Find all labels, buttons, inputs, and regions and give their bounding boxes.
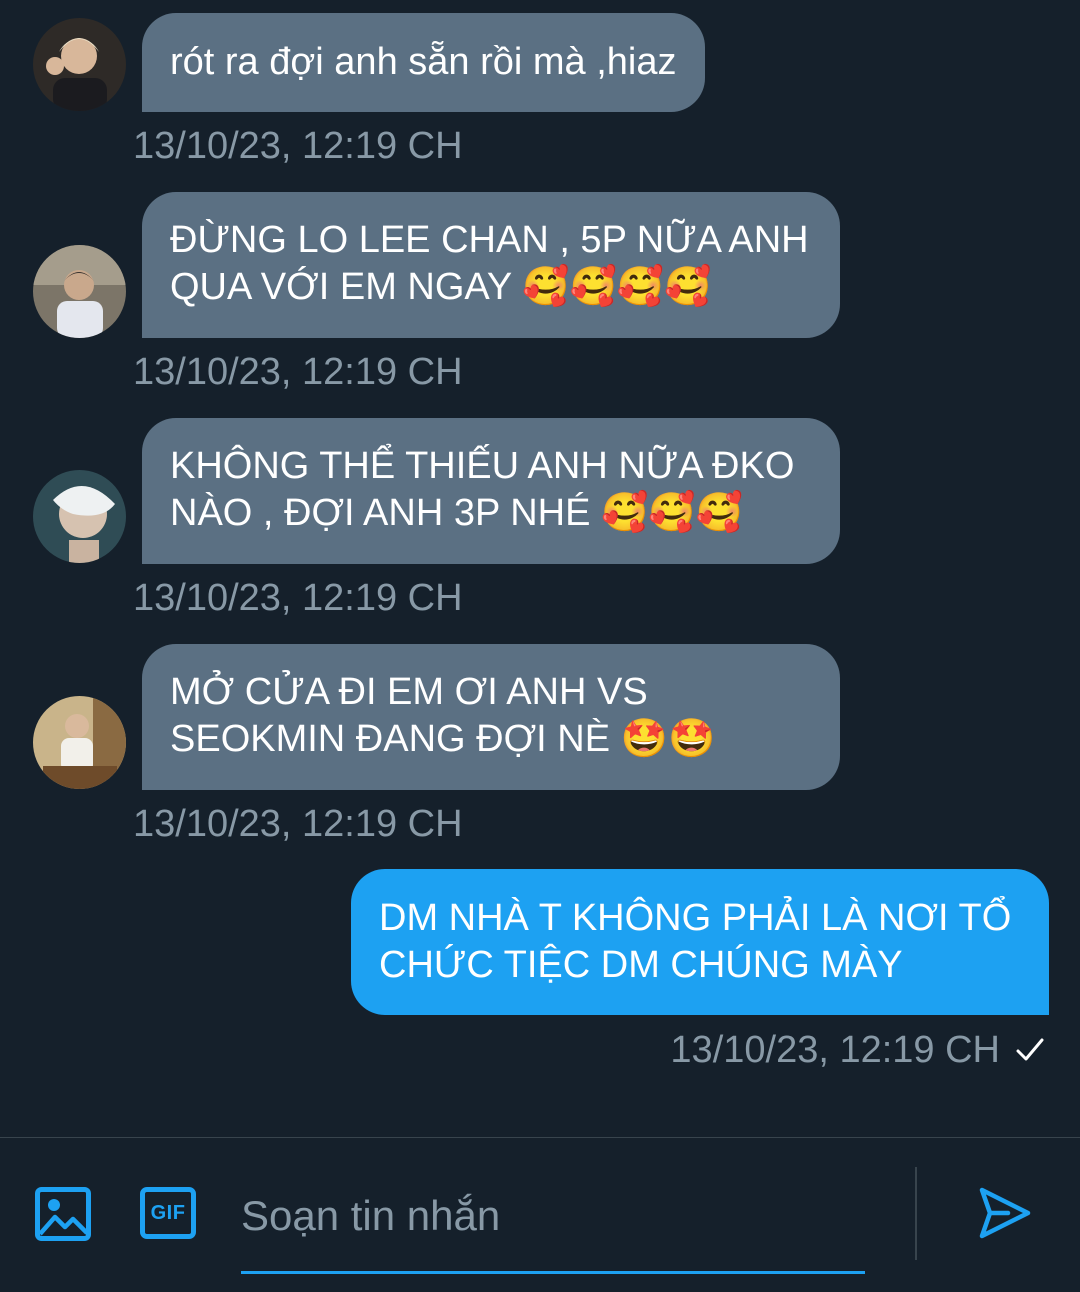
composer-vertical-divider — [915, 1167, 917, 1260]
message-input[interactable] — [241, 1188, 841, 1244]
avatar[interactable] — [33, 18, 126, 111]
gif-label: GIF — [150, 1201, 186, 1224]
message-text-line: CHỨC TIỆC DM CHÚNG MÀY — [379, 944, 903, 986]
message-bubble[interactable]: MỞ CỬA ĐI EM ƠI ANH VS SEOKMIN ĐANG ĐỢI … — [142, 644, 840, 790]
avatar-photo-icon — [33, 696, 126, 789]
avatar-photo-icon — [33, 470, 126, 563]
image-icon[interactable] — [35, 1187, 91, 1241]
message-input-container — [241, 1170, 865, 1274]
message-timestamp: 13/10/23, 12:19 CH — [133, 803, 463, 845]
message-text: rót ra đợi anh sẵn rồi mà ,hiaz — [170, 41, 677, 83]
message-text-line: QUA VỚI EM NGAY 🥰🥰🥰🥰 — [170, 266, 712, 308]
message-bubble[interactable]: KHÔNG THỂ THIẾU ANH NỮA ĐKO NÀO , ĐỢI AN… — [142, 418, 840, 564]
message-text-line: DM NHÀ T KHÔNG PHẢI LÀ NƠI TỔ — [379, 897, 1012, 939]
message-timestamp: 13/10/23, 12:19 CH — [133, 351, 463, 393]
gif-button[interactable]: GIF — [140, 1187, 196, 1239]
avatar-photo-icon — [33, 18, 126, 111]
message-text-line: KHÔNG THỂ THIẾU ANH NỮA ĐKO — [170, 445, 795, 487]
message-text-line: NÀO , ĐỢI ANH 3P NHÉ 🥰🥰🥰 — [170, 492, 743, 534]
avatar[interactable] — [33, 245, 126, 338]
dm-conversation-screen: rót ra đợi anh sẵn rồi mà ,hiaz 13/10/23… — [0, 0, 1080, 1292]
message-text-line: MỞ CỬA ĐI EM ƠI ANH VS — [170, 671, 648, 713]
message-bubble-outgoing[interactable]: DM NHÀ T KHÔNG PHẢI LÀ NƠI TỔ CHỨC TIỆC … — [351, 869, 1049, 1015]
message-timestamp: 13/10/23, 12:19 CH — [133, 125, 463, 167]
avatar[interactable] — [33, 470, 126, 563]
composer-divider — [0, 1137, 1080, 1138]
message-timestamp: 13/10/23, 12:19 CH — [670, 1029, 1000, 1071]
avatar[interactable] — [33, 696, 126, 789]
message-text-line: ĐỪNG LO LEE CHAN , 5P NỮA ANH — [170, 219, 809, 261]
avatar-photo-icon — [33, 245, 126, 338]
checkmark-icon — [1016, 1038, 1044, 1061]
message-bubble[interactable]: rót ra đợi anh sẵn rồi mà ,hiaz — [142, 13, 705, 112]
message-bubble[interactable]: ĐỪNG LO LEE CHAN , 5P NỮA ANH QUA VỚI EM… — [142, 192, 840, 338]
message-text-line: SEOKMIN ĐANG ĐỢI NÈ 🤩🤩 — [170, 718, 716, 760]
message-timestamp: 13/10/23, 12:19 CH — [133, 577, 463, 619]
send-icon[interactable] — [978, 1186, 1032, 1240]
